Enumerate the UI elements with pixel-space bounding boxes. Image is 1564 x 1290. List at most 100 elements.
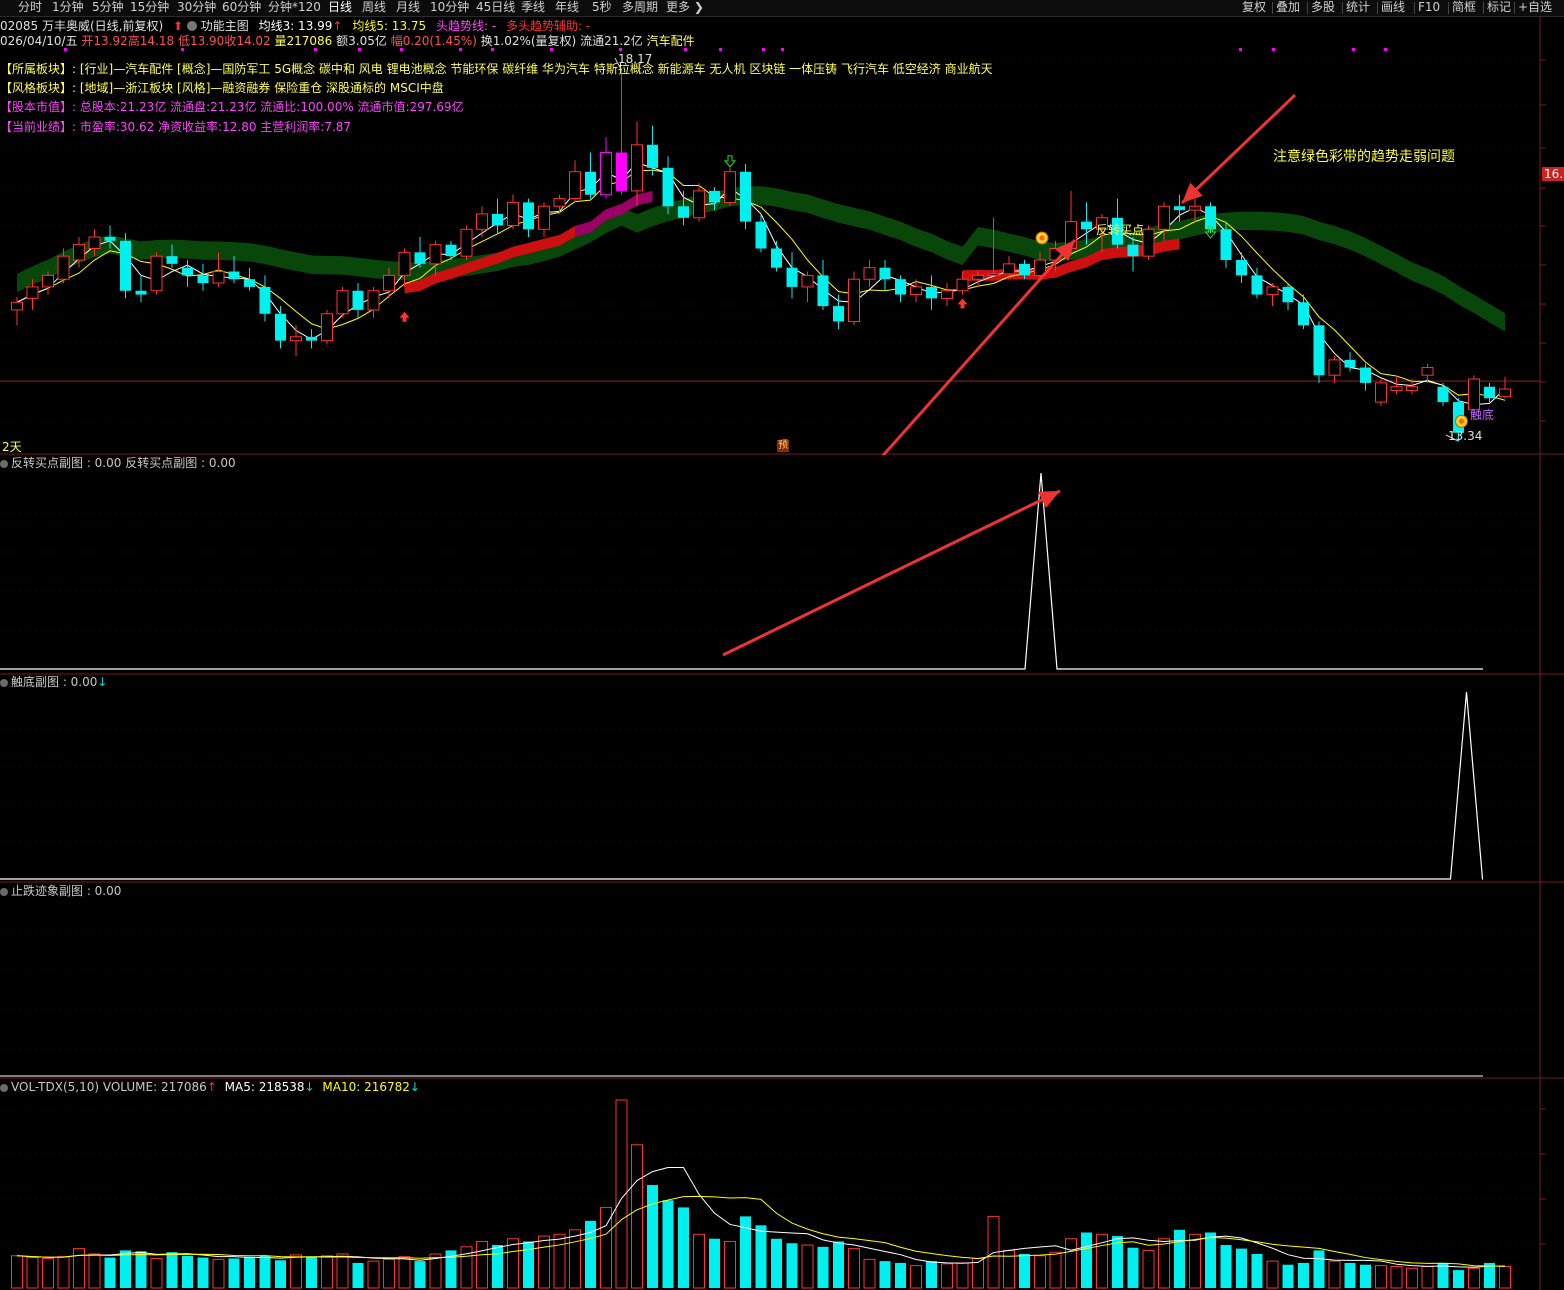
candle-body [740,171,751,222]
volume-bar [336,1253,349,1289]
forecast-badge[interactable]: 预 [777,440,789,452]
candle [476,206,488,237]
volume-bar [275,1260,286,1288]
green-trend-band [17,186,1505,332]
marker-dot [491,48,494,51]
candle [1328,356,1341,383]
candle-body [1298,302,1309,326]
candle-body [538,205,550,230]
volume-bar [290,1254,302,1289]
volume-bar [786,1243,798,1288]
candle-body [476,213,488,230]
candle-body [1174,206,1185,211]
candle-body [1019,263,1030,276]
reversal-subchart[interactable] [0,455,1564,675]
candle-body [11,301,23,311]
marker-dot [684,48,687,51]
candle-body [786,267,798,287]
candle-body [833,306,844,322]
coin-icon-center [1459,418,1464,424]
volume-bar [507,1238,519,1289]
candle-body [429,244,442,265]
candle [631,121,643,207]
candle-body [460,228,473,257]
candle-body [1251,275,1263,295]
candle [445,240,457,261]
volume-bar [817,1246,829,1288]
volume-bar [941,1263,953,1289]
bottom-subchart[interactable] [0,674,1564,884]
volume-bar [1174,1229,1185,1288]
candle-body [926,286,937,299]
candle [42,271,54,295]
candle-body [1484,386,1495,399]
sell-arrow-icon [723,155,737,168]
stop-subchart[interactable] [0,883,1564,1079]
main-candlestick-chart[interactable] [0,0,1564,455]
volume-bar [321,1255,333,1289]
candle-body [120,240,131,291]
candle [647,125,658,176]
volume-bar [678,1207,689,1288]
marker-dot [1272,48,1275,51]
candle-body [1437,386,1449,403]
volume-bar [1158,1238,1170,1289]
trend-annotation: 注意绿色彩带的趋势走弱问题 [1273,149,1455,165]
candle [863,260,876,287]
volume-bar [42,1257,54,1289]
volume-subchart[interactable] [0,1079,1564,1290]
volume-bar [88,1253,101,1289]
volume-bar [1313,1250,1325,1288]
candle [1266,283,1279,307]
marker-dot [400,48,403,51]
volume-bar [166,1252,178,1288]
reversal-buy-label: 反转买点 [1096,223,1145,237]
volume-bar [11,1255,23,1289]
candle-body [492,213,503,226]
volume-bar [135,1251,147,1288]
candle-body [26,286,39,299]
candle-body [73,244,85,261]
candle [1251,267,1263,299]
candle [1282,283,1294,310]
volume-bar [910,1265,922,1289]
candle [616,70,627,195]
candle-body [956,278,969,292]
candle [786,252,798,299]
candle-body [414,252,426,264]
candle-body [600,152,612,196]
candle-body [848,278,860,322]
candle-body [306,336,317,341]
marker-dot [459,48,462,51]
candle [553,194,566,214]
candle-body [1375,382,1387,403]
candle-body [1282,286,1294,303]
candle [724,167,736,207]
candle [182,260,193,287]
candle-body [398,251,411,276]
candle-body [383,274,395,292]
volume-bar [104,1257,116,1288]
marker-dot [358,48,361,51]
volume-bar [259,1255,271,1288]
volume-bar [801,1244,814,1289]
volume-bar [956,1262,969,1289]
candle [1236,252,1247,284]
candle [290,325,302,357]
volume-bar [1127,1247,1139,1288]
volume-bar [1189,1233,1201,1289]
candle [507,194,519,230]
candle-body [1081,221,1092,230]
candle-body [1390,386,1403,392]
candle [771,240,782,272]
candle-body [336,290,349,315]
candle [492,198,503,234]
candle [306,329,317,349]
volume-bar [1034,1255,1046,1289]
candle [817,260,829,310]
candle [569,160,581,203]
volume-bar [150,1257,163,1289]
candle-body [569,171,581,200]
candle-body [1313,325,1325,376]
candle-body [709,190,720,203]
